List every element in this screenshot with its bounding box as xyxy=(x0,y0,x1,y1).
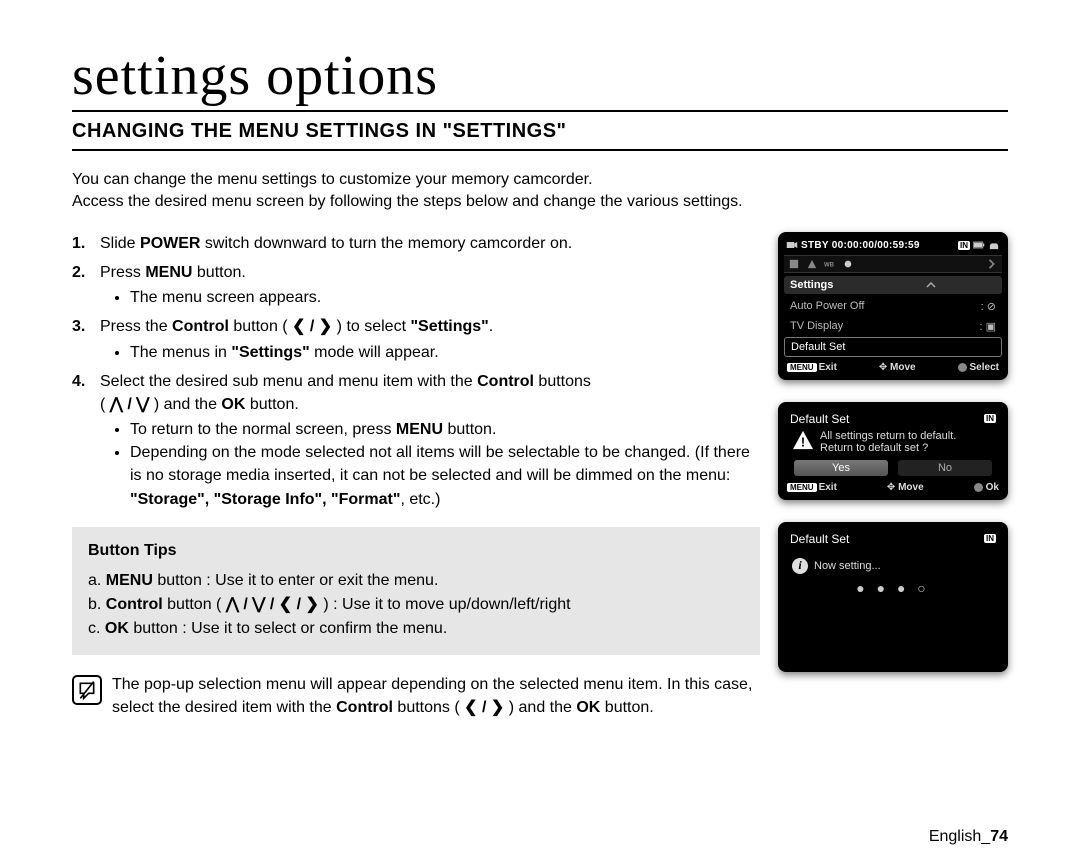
page-subtitle: CHANGING THE MENU SETTINGS IN "SETTINGS" xyxy=(72,110,1008,151)
svg-text:!: ! xyxy=(801,434,805,449)
step-num: 1. xyxy=(72,232,92,255)
gear-icon xyxy=(842,259,854,269)
steps-list: 1. Slide POWER switch downward to turn t… xyxy=(72,232,760,511)
menu-pill: MENU xyxy=(787,483,817,492)
lcd2-line1: All settings return to default. xyxy=(820,430,956,442)
exposure-icon xyxy=(806,259,818,269)
hint-row: MENUExit ✥ Move Select xyxy=(784,358,1002,374)
lcd-heading: Settings xyxy=(784,276,1002,294)
chevron-right-icon xyxy=(986,259,998,269)
hint-row: MENUExit ✥ Move Ok xyxy=(784,478,1002,494)
lcd2-title: Default Set xyxy=(790,412,849,426)
step-4-sub-1: To return to the normal screen, press ME… xyxy=(130,418,760,441)
dot-icon xyxy=(974,483,983,492)
step-num: 4. xyxy=(72,370,92,511)
in-badge: IN xyxy=(984,534,996,543)
step-num: 3. xyxy=(72,315,92,363)
menu-row-default-set: Default Set xyxy=(784,337,1002,357)
step-1: 1. Slide POWER switch downward to turn t… xyxy=(72,232,760,255)
note-icon xyxy=(72,675,102,705)
menu-pill: MENU xyxy=(787,363,817,372)
wb-icon: WB xyxy=(824,259,836,269)
storage-icon xyxy=(788,259,800,269)
battery-icon xyxy=(973,240,985,250)
intro-line-2: Access the desired menu screen by follow… xyxy=(72,193,743,210)
menu-row-auto-power-off: Auto Power Off : ⊘ xyxy=(784,297,1002,316)
step-num: 2. xyxy=(72,261,92,309)
status-stby: STBY 00:00:00/00:59:59 xyxy=(801,240,920,251)
step-3-sub: The menus in "Settings" mode will appear… xyxy=(130,341,493,364)
in-badge: IN xyxy=(984,414,996,423)
chevron-up-icon xyxy=(926,280,936,290)
tip-c: c. OK button : Use it to select or confi… xyxy=(88,617,744,641)
lcd3-msg: Now setting... xyxy=(814,560,881,572)
intro-line-1: You can change the menu settings to cust… xyxy=(72,171,593,188)
camera-icon xyxy=(786,240,798,250)
svg-text:WB: WB xyxy=(824,262,835,268)
hand-icon xyxy=(988,240,1000,250)
no-button[interactable]: No xyxy=(898,460,992,476)
lcd-now-setting: Default Set IN i Now setting... ● ● ● ○ xyxy=(778,522,1008,672)
warning-icon: ! xyxy=(792,430,814,450)
step-4-sub-2: Depending on the mode selected not all i… xyxy=(130,441,760,511)
page-title: settings options xyxy=(72,48,1008,104)
intro-text: You can change the menu settings to cust… xyxy=(72,169,992,214)
note-text: The pop-up selection menu will appear de… xyxy=(112,673,760,719)
tip-b: b. Control button ( ⋀ / ⋁ / ❮ / ❯ ) : Us… xyxy=(88,593,744,617)
tip-a: a. MENU button : Use it to enter or exit… xyxy=(88,569,744,593)
step-4: 4. Select the desired sub menu and menu … xyxy=(72,370,760,511)
footer-lang: English xyxy=(929,828,981,845)
no-entry-icon: : ⊘ xyxy=(981,300,996,313)
lcd-default-set-confirm: Default Set IN ! All settings return to … xyxy=(778,402,1008,500)
lcd3-title: Default Set xyxy=(790,532,849,546)
tv-icon: : ▣ xyxy=(979,320,996,333)
step-3: 3. Press the Control button ( ❮ / ❯ ) to… xyxy=(72,315,760,363)
lcd-settings-menu: STBY 00:00:00/00:59:59 IN WB Settings xyxy=(778,232,1008,380)
note-box: The pop-up selection menu will appear de… xyxy=(72,673,760,719)
dpad-icon: ⋀ / ⋁ / ❮ / ❯ xyxy=(226,596,319,613)
dot-icon xyxy=(958,363,967,372)
lcd2-line2: Return to default set ? xyxy=(820,442,956,454)
info-icon: i xyxy=(792,558,808,574)
page-footer: English_74 xyxy=(929,828,1008,846)
button-tips-box: Button Tips a. MENU button : Use it to e… xyxy=(72,527,760,655)
step-2-sub: The menu screen appears. xyxy=(130,286,321,309)
left-right-icon: ❮ / ❯ xyxy=(464,699,504,716)
icon-strip: WB xyxy=(784,255,1002,273)
move-icon: ✥ xyxy=(879,362,890,373)
footer-page-num: 74 xyxy=(990,828,1008,845)
step-2: 2. Press MENU button. The menu screen ap… xyxy=(72,261,760,309)
move-icon: ✥ xyxy=(887,482,898,493)
yes-button[interactable]: Yes xyxy=(794,460,888,476)
tips-title: Button Tips xyxy=(88,539,744,563)
menu-row-tv-display: TV Display : ▣ xyxy=(784,317,1002,336)
in-badge: IN xyxy=(958,241,970,250)
up-down-icon: ⋀ / ⋁ xyxy=(110,396,150,413)
left-right-icon: ❮ / ❯ xyxy=(292,318,332,335)
progress-dots: ● ● ● ○ xyxy=(784,574,1002,606)
